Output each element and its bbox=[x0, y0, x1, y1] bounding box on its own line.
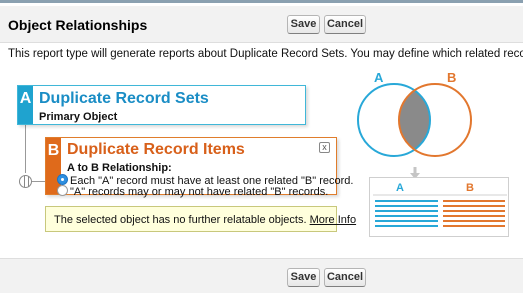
table-illustration: A B bbox=[369, 177, 509, 237]
remove-object-icon[interactable]: x bbox=[319, 142, 330, 153]
object-relationships-page: Object Relationships Save Cancel This re… bbox=[0, 0, 523, 293]
page-title: Object Relationships bbox=[8, 17, 148, 33]
info-message: The selected object has no further relat… bbox=[45, 206, 356, 232]
intro-text: This report type will generate reports a… bbox=[8, 48, 523, 60]
object-a-letter: A bbox=[18, 86, 33, 124]
object-a-name: Duplicate Record Sets bbox=[39, 90, 209, 107]
related-object-card: B Duplicate Record Items x A to B Relati… bbox=[45, 137, 353, 198]
primary-object-card: A Duplicate Record Sets Primary Object bbox=[17, 85, 306, 125]
option-optional-label: "A" records may or may not have related … bbox=[70, 186, 329, 198]
object-b-name: Duplicate Record Items bbox=[67, 141, 245, 158]
cancel-button[interactable]: Cancel bbox=[324, 15, 366, 34]
venn-label-a: A bbox=[374, 70, 384, 85]
table-lines-icon bbox=[373, 194, 507, 227]
page-header: Object Relationships Save Cancel bbox=[0, 6, 523, 43]
radio-unselected-icon[interactable] bbox=[57, 185, 68, 196]
radio-selected-icon[interactable] bbox=[57, 174, 68, 185]
save-button[interactable]: Save bbox=[287, 15, 320, 34]
relationship-option-optional[interactable]: "A" records may or may not have related … bbox=[57, 185, 328, 198]
footer-save-button[interactable]: Save bbox=[287, 268, 320, 287]
tree-connector-line bbox=[25, 125, 26, 173]
page-footer: Save Cancel bbox=[0, 258, 523, 293]
info-message-text: The selected object has no further relat… bbox=[54, 214, 307, 226]
object-a-subtitle: Primary Object bbox=[39, 111, 118, 123]
relationship-label: A to B Relationship: bbox=[67, 162, 172, 174]
tree-node-icon[interactable] bbox=[19, 175, 32, 188]
footer-cancel-button[interactable]: Cancel bbox=[324, 268, 366, 287]
venn-label-b: B bbox=[447, 70, 457, 85]
